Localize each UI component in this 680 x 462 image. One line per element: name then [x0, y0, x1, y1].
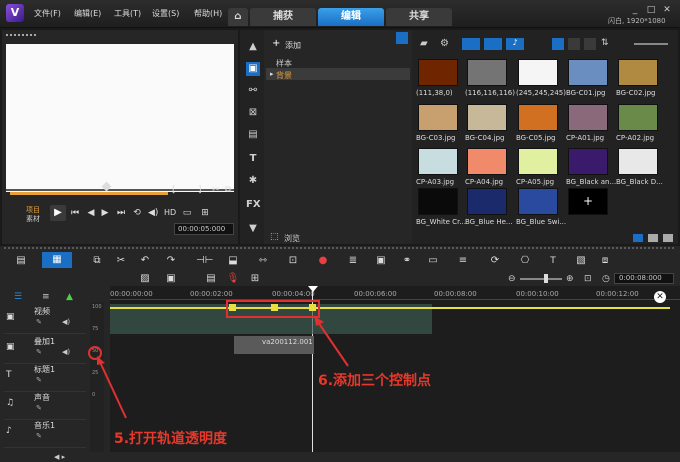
timeline-scrollbar[interactable]: [0, 452, 680, 462]
annotation-step6: 6.添加三个控制点: [318, 373, 432, 389]
arrow-to-control-points: [317, 321, 349, 367]
annotation-arrows: [97, 316, 349, 419]
annotation-step5: 5.打开轨道透明度: [114, 431, 228, 447]
arrow-to-opacity: [99, 361, 127, 419]
arrow-head-opacity: [97, 356, 105, 365]
scroll-left-icon[interactable]: ◀ ▸: [54, 453, 65, 461]
arrow-head-control-points: [314, 316, 324, 326]
